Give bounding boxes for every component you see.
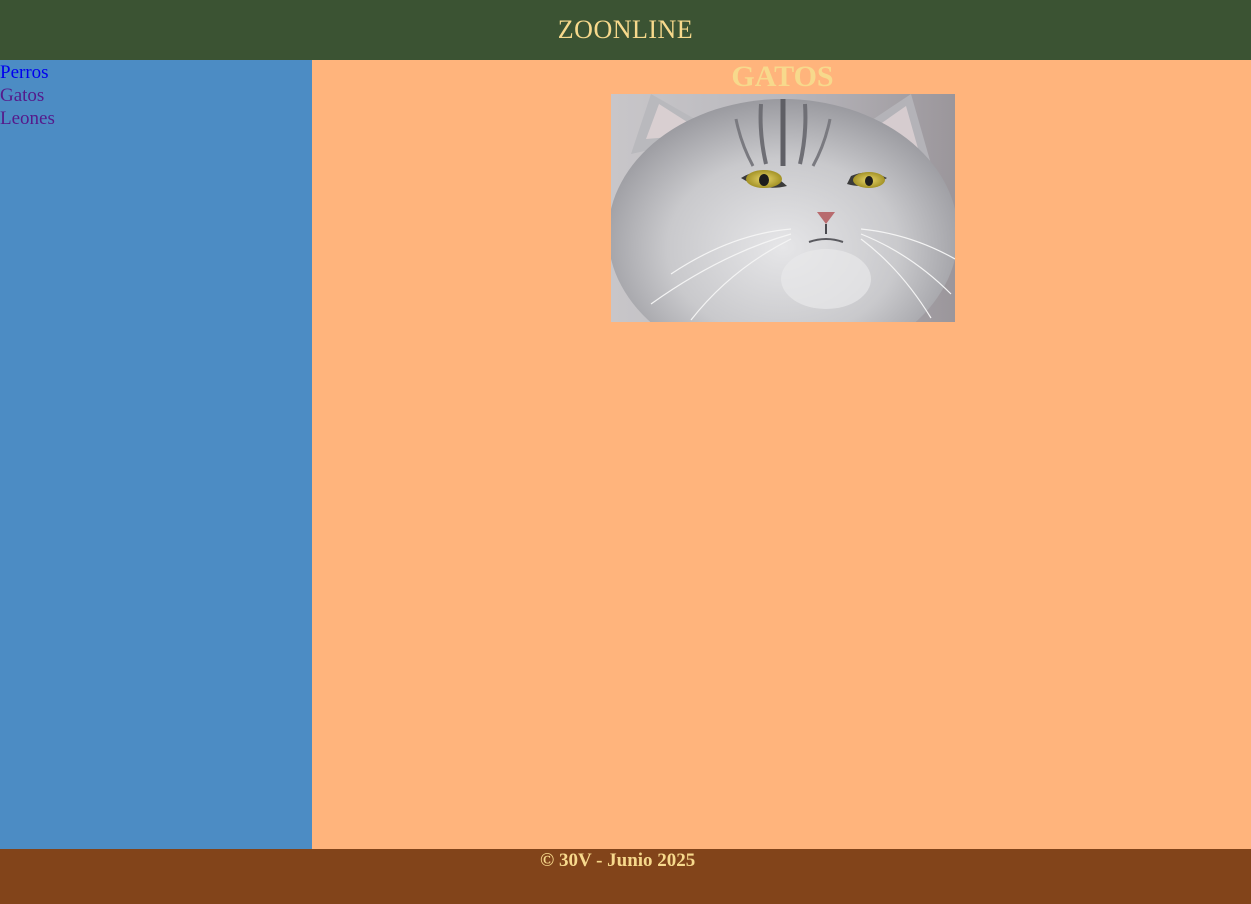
site-header: ZOONLINE (0, 0, 1251, 60)
nav-link-leones[interactable]: Leones (0, 107, 312, 130)
sidebar: Perros Gatos Leones (0, 60, 312, 849)
main-content: GATOS (312, 60, 1251, 849)
nav-link-gatos[interactable]: Gatos (0, 84, 312, 107)
nav-list: Perros Gatos Leones (0, 60, 312, 130)
site-title: ZOONLINE (557, 15, 694, 44)
cat-photo (611, 94, 955, 322)
site-footer: © 30V - Junio 2025 (0, 849, 1251, 904)
nav-link-perros[interactable]: Perros (0, 61, 312, 84)
page-heading: GATOS (731, 60, 834, 93)
copyright-text: © 30V - Junio 2025 (540, 850, 696, 871)
